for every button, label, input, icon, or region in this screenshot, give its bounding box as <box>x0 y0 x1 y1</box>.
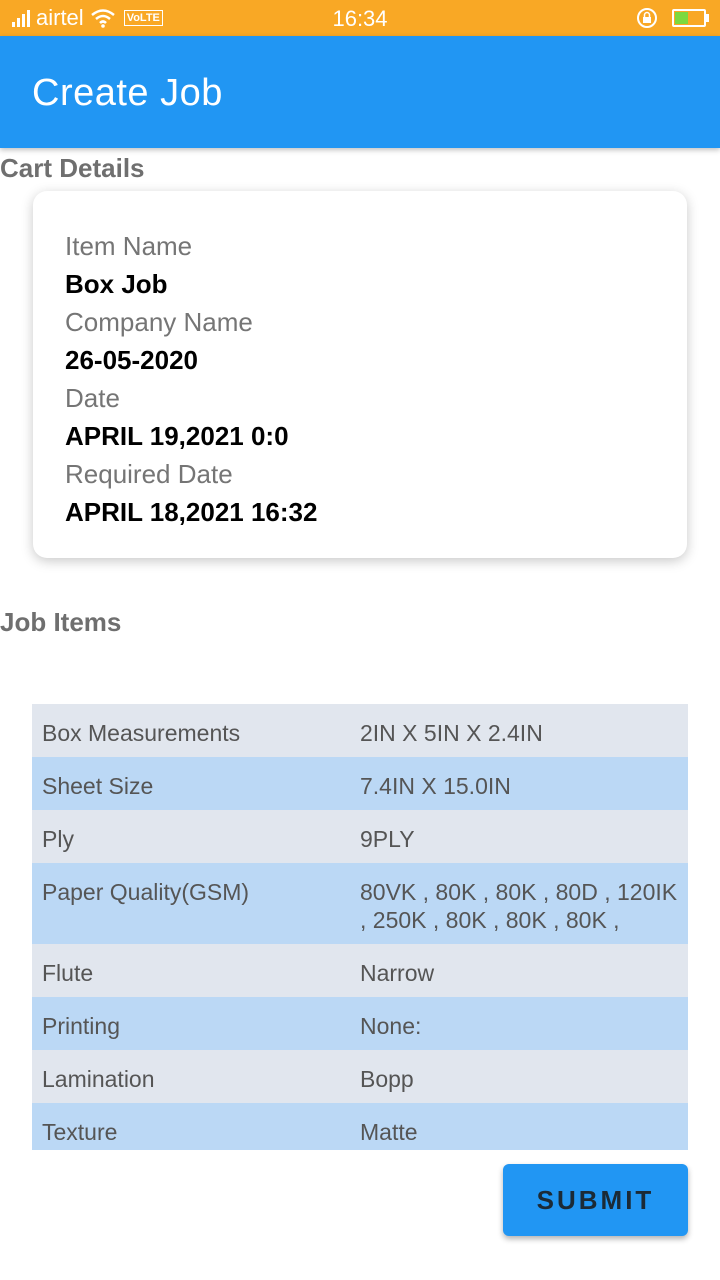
table-row: Sheet Size 7.4IN X 15.0IN <box>32 757 688 810</box>
cart-field-value: APRIL 19,2021 0:0 <box>65 421 289 451</box>
table-row: Paper Quality(GSM) 80VK , 80K , 80K , 80D… <box>32 863 688 944</box>
table-cell-value: None: <box>360 1013 422 1039</box>
cart-field-label: Date <box>65 383 120 413</box>
rotation-lock-icon <box>637 8 657 28</box>
table-cell-key: Texture <box>42 1119 118 1145</box>
table-cell-value: 80VK , 80K , 80K , 80D , 120IK , 250K , … <box>360 879 678 933</box>
app-bar: Create Job <box>0 36 720 148</box>
cart-details-list: Item Name Box Job Company Name 26-05-2020 Da… <box>65 227 317 531</box>
table-cell-key: Ply <box>42 826 74 852</box>
table-cell-key: Box Measurements <box>42 720 241 746</box>
table-cell-key: Sheet Size <box>42 773 154 799</box>
cart-field-value: 26-05-2020 <box>65 345 198 375</box>
page-title: Create Job <box>32 72 223 114</box>
cart-field-label: Required Date <box>65 459 233 489</box>
table-cell-value: Bopp <box>360 1066 414 1092</box>
battery-level <box>675 12 688 24</box>
table-cell-value: Matte <box>360 1119 418 1145</box>
status-bar: airtel VoLTE 16:34 <box>0 0 720 36</box>
cart-field-label: Item Name <box>65 231 193 261</box>
table-row: Printing None: <box>32 997 688 1050</box>
cart-details-card: Item Name Box Job Company Name 26-05-2020 Da… <box>33 191 687 558</box>
table-cell-key: Printing <box>42 1013 120 1039</box>
status-time: 16:34 <box>332 6 388 31</box>
table-row: Box Measurements 2IN X 5IN X 2.4IN <box>32 704 688 757</box>
submit-button[interactable]: SUBMIT <box>503 1164 688 1236</box>
table-cell-key: Paper Quality(GSM) <box>42 879 250 905</box>
table-cell-value: 2IN X 5IN X 2.4IN <box>360 720 543 746</box>
table-cell-key: Lamination <box>42 1066 155 1092</box>
table-row: Flute Narrow <box>32 944 688 997</box>
table-cell-key: Flute <box>42 960 94 986</box>
table-cell-value: 7.4IN X 15.0IN <box>360 773 511 799</box>
cart-field-label: Company Name <box>65 307 253 337</box>
cart-details-heading: Cart Details <box>0 153 145 183</box>
table-cell-value: Narrow <box>360 960 435 986</box>
status-right <box>636 7 709 29</box>
battery-charging-icon <box>672 9 709 27</box>
cart-field-value: APRIL 18,2021 16:32 <box>65 497 318 527</box>
cart-field-value: Box Job <box>65 269 168 299</box>
job-items-table: Box Measurements 2IN X 5IN X 2.4IN Sheet S… <box>32 704 688 1150</box>
table-row: Ply 9PLY <box>32 810 688 863</box>
table-row: Texture Matte <box>32 1103 688 1150</box>
job-items-heading: Job Items <box>0 607 122 637</box>
table-cell-value: 9PLY <box>360 826 415 852</box>
table-row: Lamination Bopp <box>32 1050 688 1103</box>
